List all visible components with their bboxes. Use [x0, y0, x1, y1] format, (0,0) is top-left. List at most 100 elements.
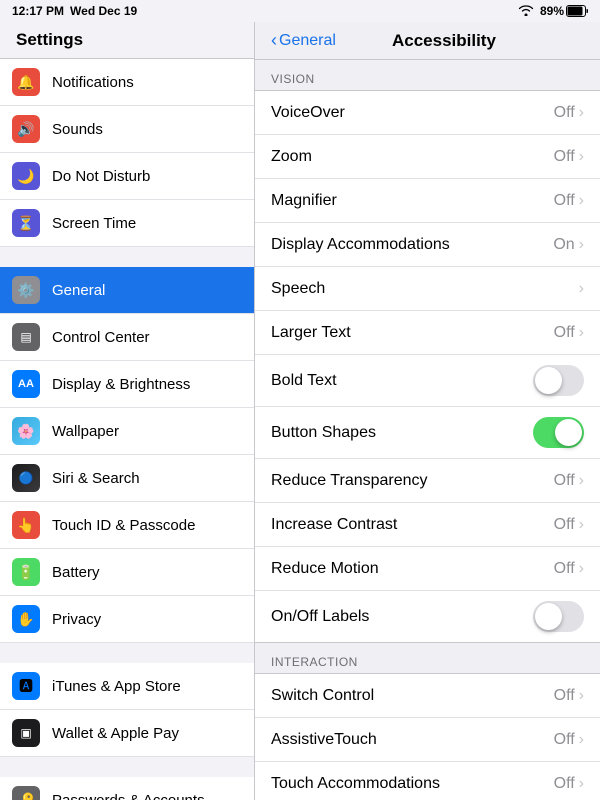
reduce-motion-right: Off ›: [554, 560, 584, 578]
wallet-icon: ▣: [12, 719, 40, 747]
voiceover-row[interactable]: VoiceOver Off ›: [255, 91, 600, 135]
increase-contrast-row[interactable]: Increase Contrast Off ›: [255, 503, 600, 547]
button-shapes-toggle-knob: [555, 419, 582, 446]
back-button[interactable]: ‹ General: [271, 30, 336, 51]
sidebar-item-touch-id[interactable]: 👆 Touch ID & Passcode: [0, 502, 254, 549]
speech-right: ›: [579, 280, 584, 298]
bold-text-right: [533, 365, 584, 396]
increase-contrast-right: Off ›: [554, 516, 584, 534]
sidebar-item-itunes-appstore[interactable]: 🅰 iTunes & App Store: [0, 663, 254, 710]
sidebar-item-general[interactable]: ⚙️ General: [0, 267, 254, 314]
display-brightness-icon: AA: [12, 370, 40, 398]
reduce-transparency-row[interactable]: Reduce Transparency Off ›: [255, 459, 600, 503]
sidebar-item-display-brightness[interactable]: AA Display & Brightness: [0, 361, 254, 408]
back-chevron-icon: ‹: [271, 30, 277, 51]
sidebar-group-3: 🅰 iTunes & App Store ▣ Wallet & Apple Pa…: [0, 663, 254, 757]
touch-accommodations-row[interactable]: Touch Accommodations Off ›: [255, 762, 600, 800]
reduce-motion-row[interactable]: Reduce Motion Off ›: [255, 547, 600, 591]
sidebar-item-passwords-accounts[interactable]: 🔑 Passwords & Accounts: [0, 777, 254, 800]
voiceover-chevron: ›: [579, 104, 584, 122]
speech-row[interactable]: Speech ›: [255, 267, 600, 311]
sidebar: Settings 🔔 Notifications 🔊 Sounds 🌙 Do N…: [0, 22, 255, 800]
passwords-icon: 🔑: [12, 786, 40, 800]
bold-text-toggle[interactable]: [533, 365, 584, 396]
larger-text-right: Off ›: [554, 324, 584, 342]
sidebar-item-do-not-disturb[interactable]: 🌙 Do Not Disturb: [0, 153, 254, 200]
button-shapes-right: [533, 417, 584, 448]
touch-accommodations-chevron: ›: [579, 775, 584, 793]
status-time: 12:17 PM: [12, 4, 64, 18]
siri-icon: 🔵: [12, 464, 40, 492]
itunes-icon: 🅰: [12, 672, 40, 700]
onoff-labels-right: [533, 601, 584, 632]
sidebar-item-wallet-applepay[interactable]: ▣ Wallet & Apple Pay: [0, 710, 254, 757]
wifi-icon: [518, 4, 534, 19]
sidebar-group-2: ⚙️ General ▤ Control Center AA Display &…: [0, 267, 254, 643]
zoom-row[interactable]: Zoom Off ›: [255, 135, 600, 179]
magnifier-chevron: ›: [579, 192, 584, 210]
reduce-motion-chevron: ›: [579, 560, 584, 578]
battery-icon: 🔋: [12, 558, 40, 586]
vision-header: VISION: [255, 60, 600, 90]
vision-settings-group: VoiceOver Off › Zoom Off › Magnifi: [255, 90, 600, 643]
assistivetouch-chevron: ›: [579, 731, 584, 749]
vision-section: VISION VoiceOver Off › Zoom Off ›: [255, 60, 600, 643]
do-not-disturb-icon: 🌙: [12, 162, 40, 190]
sidebar-title: Settings: [0, 22, 254, 59]
reduce-transparency-right: Off ›: [554, 472, 584, 490]
status-date: Wed Dec 19: [70, 4, 137, 18]
assistivetouch-right: Off ›: [554, 731, 584, 749]
sidebar-item-notifications[interactable]: 🔔 Notifications: [0, 59, 254, 106]
button-shapes-row[interactable]: Button Shapes: [255, 407, 600, 459]
status-bar: 12:17 PM Wed Dec 19 89%: [0, 0, 600, 22]
control-center-icon: ▤: [12, 323, 40, 351]
battery-indicator: 89%: [540, 4, 588, 18]
bold-text-toggle-knob: [535, 367, 562, 394]
notifications-icon: 🔔: [12, 68, 40, 96]
interaction-section: INTERACTION Switch Control Off › Assisti…: [255, 643, 600, 800]
interaction-header: INTERACTION: [255, 643, 600, 673]
zoom-chevron: ›: [579, 148, 584, 166]
switch-control-right: Off ›: [554, 687, 584, 705]
switch-control-row[interactable]: Switch Control Off ›: [255, 674, 600, 718]
sidebar-item-control-center[interactable]: ▤ Control Center: [0, 314, 254, 361]
privacy-icon: ✋: [12, 605, 40, 633]
display-accommodations-right: On ›: [553, 236, 584, 254]
display-accommodations-chevron: ›: [579, 236, 584, 254]
right-panel: ‹ General Accessibility VISION VoiceOver…: [255, 22, 600, 800]
wallpaper-icon: 🌸: [12, 417, 40, 445]
sidebar-item-wallpaper[interactable]: 🌸 Wallpaper: [0, 408, 254, 455]
general-icon: ⚙️: [12, 276, 40, 304]
touch-id-icon: 👆: [12, 511, 40, 539]
larger-text-chevron: ›: [579, 324, 584, 342]
increase-contrast-chevron: ›: [579, 516, 584, 534]
interaction-settings-group: Switch Control Off › AssistiveTouch Off …: [255, 673, 600, 800]
onoff-labels-row[interactable]: On/Off Labels: [255, 591, 600, 642]
screen-time-icon: ⏳: [12, 209, 40, 237]
sidebar-item-sounds[interactable]: 🔊 Sounds: [0, 106, 254, 153]
onoff-labels-toggle[interactable]: [533, 601, 584, 632]
zoom-right: Off ›: [554, 148, 584, 166]
assistivetouch-row[interactable]: AssistiveTouch Off ›: [255, 718, 600, 762]
onoff-labels-toggle-knob: [535, 603, 562, 630]
sidebar-item-siri-search[interactable]: 🔵 Siri & Search: [0, 455, 254, 502]
magnifier-row[interactable]: Magnifier Off ›: [255, 179, 600, 223]
speech-chevron: ›: [579, 280, 584, 298]
larger-text-row[interactable]: Larger Text Off ›: [255, 311, 600, 355]
touch-accommodations-right: Off ›: [554, 775, 584, 793]
magnifier-right: Off ›: [554, 192, 584, 210]
sidebar-group-4: 🔑 Passwords & Accounts ✉ Mail 👤 Contacts…: [0, 777, 254, 800]
sidebar-item-battery[interactable]: 🔋 Battery: [0, 549, 254, 596]
voiceover-right: Off ›: [554, 104, 584, 122]
sounds-icon: 🔊: [12, 115, 40, 143]
reduce-transparency-chevron: ›: [579, 472, 584, 490]
switch-control-chevron: ›: [579, 687, 584, 705]
main-container: Settings 🔔 Notifications 🔊 Sounds 🌙 Do N…: [0, 22, 600, 800]
sidebar-item-privacy[interactable]: ✋ Privacy: [0, 596, 254, 643]
display-accommodations-row[interactable]: Display Accommodations On ›: [255, 223, 600, 267]
sidebar-item-screen-time[interactable]: ⏳ Screen Time: [0, 200, 254, 247]
right-header: ‹ General Accessibility: [255, 22, 600, 60]
button-shapes-toggle[interactable]: [533, 417, 584, 448]
right-panel-title: Accessibility: [344, 31, 544, 51]
bold-text-row[interactable]: Bold Text: [255, 355, 600, 407]
